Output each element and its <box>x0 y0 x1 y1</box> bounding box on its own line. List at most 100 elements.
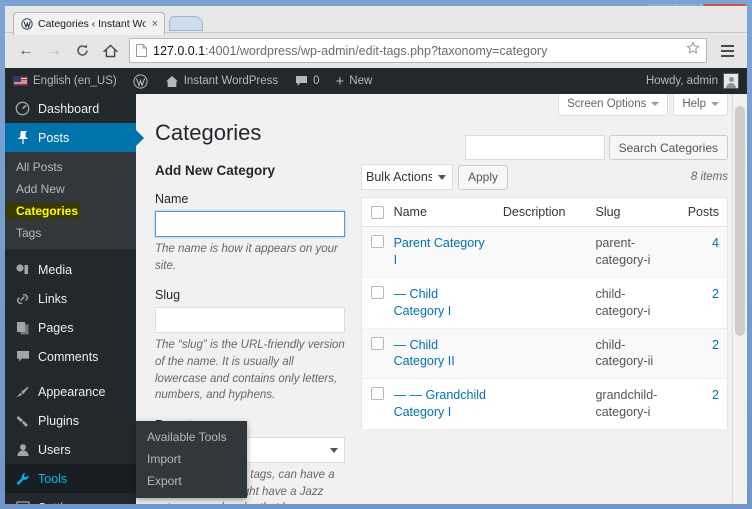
sidebar-item-comments[interactable]: Comments <box>5 342 136 371</box>
flyout-item-export[interactable]: Export <box>136 470 247 492</box>
wrench-icon <box>14 472 31 486</box>
sidebar-item-appearance[interactable]: Appearance <box>5 377 136 406</box>
row-checkbox[interactable] <box>371 235 384 248</box>
posts-submenu: All Posts Add New Categories Tags <box>5 152 136 249</box>
sidebar-item-dashboard[interactable]: Dashboard <box>5 94 136 123</box>
address-bar[interactable]: 127.0.0.1:4001/wordpress/wp-admin/edit-t… <box>129 38 707 63</box>
browser-tab-close-icon[interactable]: × <box>151 19 159 30</box>
category-link[interactable]: Parent Category I <box>394 236 485 267</box>
sidebar-label-comments: Comments <box>38 350 98 364</box>
select-all-checkbox[interactable] <box>371 206 384 219</box>
table-row[interactable]: — Child Category II child-category-ii 2 <box>362 328 728 379</box>
flyout-item-import[interactable]: Import <box>136 448 247 470</box>
comment-icon <box>14 350 31 363</box>
sidebar-item-media[interactable]: Media <box>5 255 136 284</box>
media-icon <box>14 263 31 277</box>
bookmark-star-icon[interactable] <box>686 41 700 60</box>
reload-icon[interactable] <box>69 38 95 64</box>
search-categories-box: Search Categories <box>465 135 728 160</box>
adminbar-my-account[interactable]: Howdy, admin <box>638 68 747 94</box>
tools-flyout-menu: Available Tools Import Export <box>136 421 247 498</box>
search-categories-button[interactable]: Search Categories <box>609 135 728 160</box>
apply-button[interactable]: Apply <box>458 165 508 190</box>
row-name-cell: — Child Category II <box>386 328 495 379</box>
sidebar-item-tags[interactable]: Tags <box>5 222 136 244</box>
row-slug-cell: parent-category-i <box>587 227 679 278</box>
column-header-slug[interactable]: Slug <box>587 198 679 227</box>
sidebar-item-categories[interactable]: Categories <box>5 203 80 219</box>
comment-bubble-icon <box>295 75 308 87</box>
adminbar-howdy-label: Howdy, admin <box>646 75 718 87</box>
form-heading: Add New Category <box>155 163 345 178</box>
table-row[interactable]: — — Grandchild Category I grandchild-cat… <box>362 379 728 430</box>
screen-options-tab[interactable]: Screen Options <box>558 94 668 116</box>
adminbar-new-content[interactable]: + New <box>328 68 381 94</box>
pin-icon <box>14 130 31 145</box>
slug-description: The “slug” is the URL-friendly version o… <box>155 337 345 404</box>
adminbar-site-name[interactable]: Instant WordPress <box>156 68 287 94</box>
category-link[interactable]: — — Grandchild Category I <box>394 388 486 419</box>
sidebar-item-add-new-post[interactable]: Add New <box>5 178 136 200</box>
sidebar-label-plugins: Plugins <box>38 414 79 428</box>
categories-list: Bulk Actions Apply 8 items <box>361 163 728 430</box>
sidebar-label-links: Links <box>38 292 67 306</box>
row-name-cell: Parent Category I <box>386 227 495 278</box>
forward-icon: → <box>41 38 67 64</box>
posts-count-link[interactable]: 2 <box>712 338 719 352</box>
column-header-posts[interactable]: Posts <box>680 198 728 227</box>
flyout-item-available-tools[interactable]: Available Tools <box>136 426 247 448</box>
column-header-description[interactable]: Description <box>495 198 588 227</box>
wordpress-logo-icon <box>133 74 148 89</box>
row-checkbox[interactable] <box>371 387 384 400</box>
row-select-cell <box>362 379 386 430</box>
row-slug-cell: child-category-ii <box>587 328 679 379</box>
browser-window: Categories ‹ Instant Wordl × ← → <box>5 6 747 504</box>
posts-count-link[interactable]: 2 <box>712 287 719 301</box>
sidebar-label-dashboard: Dashboard <box>38 102 99 116</box>
slug-input[interactable] <box>155 307 345 333</box>
posts-count-link[interactable]: 4 <box>712 236 719 250</box>
scrollbar-thumb[interactable] <box>735 106 745 336</box>
adminbar-wp-logo[interactable] <box>125 68 156 94</box>
category-link[interactable]: — Child Category II <box>394 338 455 369</box>
new-tab-button[interactable] <box>169 16 203 31</box>
sidebar-item-users[interactable]: Users <box>5 435 136 464</box>
adminbar-new-label: New <box>349 75 372 87</box>
browser-tab[interactable]: Categories ‹ Instant Wordl × <box>13 12 165 35</box>
sidebar-item-links[interactable]: Links <box>5 284 136 313</box>
row-checkbox[interactable] <box>371 337 384 350</box>
sidebar-item-tools[interactable]: Tools <box>5 464 136 493</box>
posts-count-link[interactable]: 2 <box>712 388 719 402</box>
sidebar-item-posts[interactable]: Posts <box>5 123 136 152</box>
adminbar-language[interactable]: English (en_US) <box>5 68 125 94</box>
browser-menu-icon[interactable] <box>715 39 739 63</box>
plugin-icon <box>14 414 31 428</box>
row-description-cell <box>495 227 588 278</box>
category-link[interactable]: — Child Category I <box>394 287 452 318</box>
page-scrollbar[interactable] <box>732 94 747 504</box>
help-tab[interactable]: Help <box>673 94 728 116</box>
sidebar-item-pages[interactable]: Pages <box>5 313 136 342</box>
search-input[interactable] <box>465 135 605 160</box>
sidebar-item-all-posts[interactable]: All Posts <box>5 156 136 178</box>
column-header-name[interactable]: Name <box>386 198 495 227</box>
table-head: Name Description Slug Posts <box>362 198 728 227</box>
adminbar-comments[interactable]: 0 <box>287 68 327 94</box>
field-slug: Slug The “slug” is the URL-friendly vers… <box>155 288 345 404</box>
back-icon[interactable]: ← <box>13 38 39 64</box>
row-checkbox[interactable] <box>371 286 384 299</box>
home-icon[interactable] <box>97 38 123 64</box>
table-row[interactable]: — Child Category I child-category-i 2 <box>362 277 728 328</box>
wp-admin-bar: English (en_US) <box>5 68 747 94</box>
row-posts-cell: 4 <box>680 227 728 278</box>
name-input[interactable] <box>155 211 345 237</box>
bulk-actions-select[interactable]: Bulk Actions <box>361 164 453 190</box>
sidebar-item-settings[interactable]: Settings <box>5 493 136 504</box>
table-nav-top: Bulk Actions Apply 8 items <box>361 163 728 191</box>
sidebar-label-users: Users <box>38 443 71 457</box>
admin-sidebar: Dashboard Posts All Posts Add New Catego… <box>5 94 136 504</box>
sidebar-item-plugins[interactable]: Plugins <box>5 406 136 435</box>
row-select-cell <box>362 277 386 328</box>
table-row[interactable]: Parent Category I parent-category-i 4 <box>362 227 728 278</box>
avatar <box>723 73 739 89</box>
